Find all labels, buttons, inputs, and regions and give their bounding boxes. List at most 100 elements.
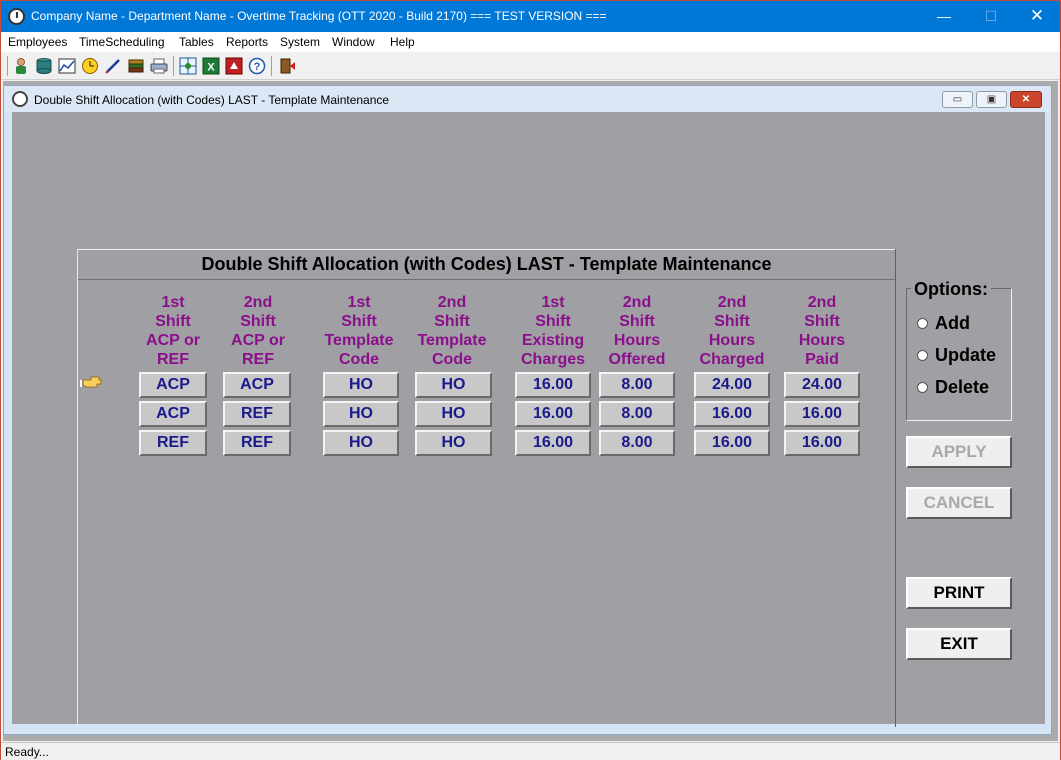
print-button[interactable]: PRINT: [906, 577, 1012, 609]
cell-r2-hours-offered[interactable]: 8.00: [599, 401, 675, 427]
toolbar-separator: [173, 56, 174, 76]
menu-employees[interactable]: Employees: [8, 35, 67, 49]
col-header-line: Shift: [619, 313, 655, 330]
cell-r3-existing-charges[interactable]: 16.00: [515, 430, 591, 456]
panel-heading: Double Shift Allocation (with Codes) LAS…: [78, 249, 895, 280]
close-button[interactable]: ✕: [1014, 1, 1060, 32]
col-header-line: 1st: [347, 294, 371, 311]
clock-icon[interactable]: [81, 57, 99, 75]
options-group: Options: Add Update Delete: [906, 279, 1012, 421]
child-minimize-button[interactable]: ▭: [942, 91, 973, 108]
cell-r2-hours-charged[interactable]: 16.00: [694, 401, 770, 427]
menu-timescheduling[interactable]: TimeScheduling: [79, 35, 165, 49]
col-header-line: Charges: [520, 351, 586, 368]
printer-icon[interactable]: [150, 57, 168, 75]
delete-radio[interactable]: [917, 382, 928, 393]
menu-reports[interactable]: Reports: [226, 35, 268, 49]
col-header-2nd-shift-acp-ref: 2nd Shift ACP or REF: [213, 293, 303, 369]
child-close-button[interactable]: ✕: [1010, 91, 1042, 108]
cell-r1-2nd-template-code[interactable]: HO: [415, 372, 492, 398]
cell-r1-1st-acp-ref[interactable]: ACP: [139, 372, 207, 398]
employee-icon[interactable]: [12, 57, 30, 75]
child-window: Double Shift Allocation (with Codes) LAS…: [3, 85, 1052, 735]
col-header-line: Shift: [804, 313, 840, 330]
pen-icon[interactable]: [104, 57, 122, 75]
apply-button[interactable]: APPLY: [906, 436, 1012, 468]
exit-door-icon[interactable]: [278, 57, 296, 75]
cancel-button[interactable]: CANCEL: [906, 487, 1012, 519]
menu-window[interactable]: Window: [332, 35, 375, 49]
col-header-line: Hours: [798, 332, 846, 349]
toolbar-separator: [7, 56, 8, 76]
update-radio[interactable]: [917, 350, 928, 361]
status-text: Ready...: [5, 745, 49, 759]
delete-radio-label[interactable]: Delete: [935, 377, 989, 398]
col-header-2nd-shift-template-code: 2nd Shift Template Code: [407, 293, 497, 369]
child-window-title: Double Shift Allocation (with Codes) LAS…: [34, 93, 390, 107]
cell-r2-1st-acp-ref[interactable]: ACP: [139, 401, 207, 427]
cell-r1-hours-charged[interactable]: 24.00: [694, 372, 770, 398]
cell-r2-2nd-template-code[interactable]: HO: [415, 401, 492, 427]
col-header-line: Shift: [240, 313, 276, 330]
pointing-hand-icon: [80, 376, 102, 388]
col-header-line: 2nd: [243, 294, 273, 311]
col-header-line: Shift: [714, 313, 750, 330]
svg-text:X: X: [207, 62, 215, 74]
cell-r3-1st-template-code[interactable]: HO: [323, 430, 399, 456]
cell-r1-existing-charges[interactable]: 16.00: [515, 372, 591, 398]
cell-r2-existing-charges[interactable]: 16.00: [515, 401, 591, 427]
cell-r3-1st-acp-ref[interactable]: REF: [139, 430, 207, 456]
exit-button[interactable]: EXIT: [906, 628, 1012, 660]
minimize-button[interactable]: —: [921, 1, 967, 32]
cell-r3-2nd-acp-ref[interactable]: REF: [223, 430, 291, 456]
col-header-2nd-shift-hours-offered: 2nd Shift Hours Offered: [592, 293, 682, 369]
app-window: Company Name - Department Name - Overtim…: [0, 0, 1061, 760]
maximize-button[interactable]: ☐: [968, 1, 1014, 32]
child-maximize-button[interactable]: ▣: [976, 91, 1007, 108]
app-clock-icon: [8, 8, 25, 25]
col-header-line: Offered: [608, 351, 666, 368]
menu-system[interactable]: System: [280, 35, 320, 49]
add-radio-label[interactable]: Add: [935, 313, 970, 334]
form-canvas: Double Shift Allocation (with Codes) LAS…: [12, 112, 1045, 727]
cell-r2-1st-template-code[interactable]: HO: [323, 401, 399, 427]
title-bar: Company Name - Department Name - Overtim…: [1, 1, 1060, 32]
menu-help[interactable]: Help: [390, 35, 415, 49]
col-header-line: 2nd: [717, 294, 747, 311]
cell-r2-hours-paid[interactable]: 16.00: [784, 401, 860, 427]
update-radio-label[interactable]: Update: [935, 345, 996, 366]
cell-r1-hours-offered[interactable]: 8.00: [599, 372, 675, 398]
col-header-line: REF: [157, 351, 189, 368]
toolbar-separator: [271, 56, 272, 76]
col-header-line: Shift: [341, 313, 377, 330]
col-header-line: 1st: [161, 294, 185, 311]
grid-icon[interactable]: [179, 57, 197, 75]
database-icon[interactable]: [35, 57, 53, 75]
col-header-line: ACP or: [231, 332, 285, 349]
excel-icon[interactable]: X: [202, 57, 220, 75]
cell-r3-hours-paid[interactable]: 16.00: [784, 430, 860, 456]
template-panel: Double Shift Allocation (with Codes) LAS…: [77, 249, 896, 727]
col-header-2nd-shift-hours-charged: 2nd Shift Hours Charged: [687, 293, 777, 369]
child-title-bar: Double Shift Allocation (with Codes) LAS…: [4, 86, 1051, 112]
options-legend: Options:: [911, 279, 991, 300]
menu-tables[interactable]: Tables: [179, 35, 214, 49]
cell-r1-1st-template-code[interactable]: HO: [323, 372, 399, 398]
col-header-line: Existing: [521, 332, 585, 349]
cell-r1-2nd-acp-ref[interactable]: ACP: [223, 372, 291, 398]
col-header-line: Hours: [613, 332, 661, 349]
mdi-area: Double Shift Allocation (with Codes) LAS…: [3, 81, 1058, 741]
toolbar: X ?: [1, 52, 1060, 80]
col-header-line: Shift: [535, 313, 571, 330]
chart-icon[interactable]: [58, 57, 76, 75]
cell-r3-hours-charged[interactable]: 16.00: [694, 430, 770, 456]
cell-r2-2nd-acp-ref[interactable]: REF: [223, 401, 291, 427]
help-icon[interactable]: ?: [248, 57, 266, 75]
export-icon[interactable]: [225, 57, 243, 75]
cell-r3-hours-offered[interactable]: 8.00: [599, 430, 675, 456]
add-radio[interactable]: [917, 318, 928, 329]
books-icon[interactable]: [127, 57, 145, 75]
cell-r3-2nd-template-code[interactable]: HO: [415, 430, 492, 456]
col-header-1st-shift-existing-charges: 1st Shift Existing Charges: [508, 293, 598, 369]
cell-r1-hours-paid[interactable]: 24.00: [784, 372, 860, 398]
